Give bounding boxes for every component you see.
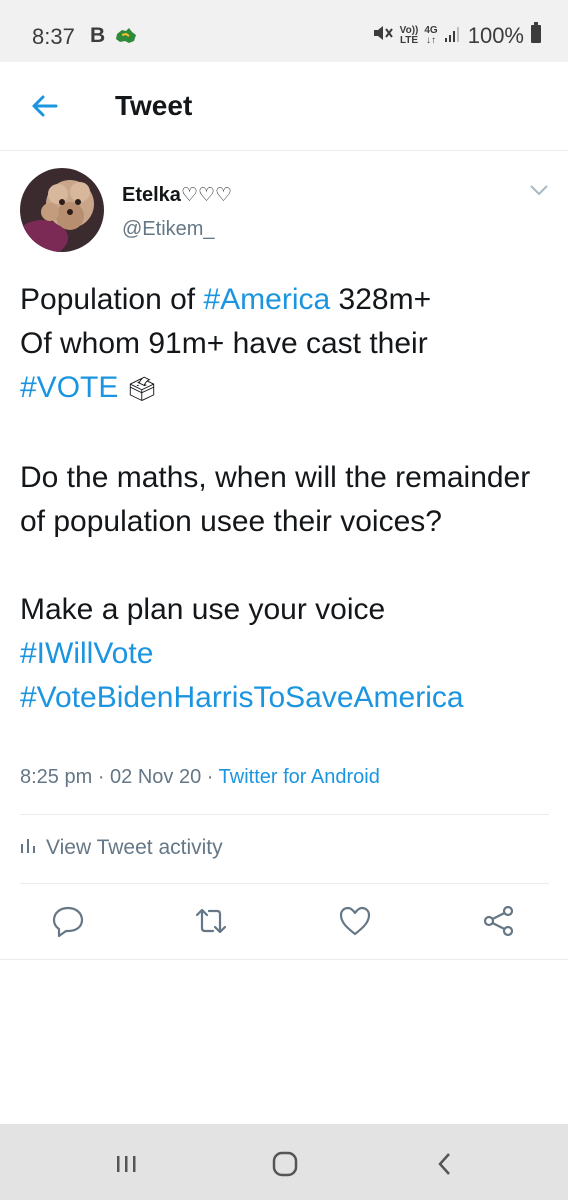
- tweet-actions: [0, 904, 568, 944]
- battery-percent: 100%: [467, 23, 524, 48]
- tweet-paragraph-3: Make a plan use your voice: [20, 593, 386, 626]
- divider: [0, 959, 568, 960]
- battery-icon: [530, 22, 542, 50]
- display-name-text: Etelka: [122, 184, 181, 206]
- signal-icon: [444, 23, 462, 49]
- tweet-date: 02 Nov 20: [110, 766, 202, 788]
- tweet-text: Population of #America 328m+ Of whom 91m…: [20, 278, 556, 720]
- view-tweet-activity[interactable]: View Tweet activity: [20, 836, 223, 860]
- notification-letter: B: [90, 24, 106, 47]
- chevron-down-icon[interactable]: [528, 183, 550, 202]
- share-icon[interactable]: [482, 904, 516, 938]
- hashtag-vote[interactable]: #VOTE: [20, 371, 118, 404]
- tweet-text-span: Population of: [20, 283, 204, 316]
- tweet-text-span: 328m+: [330, 283, 432, 316]
- top-app-bar: Tweet: [0, 62, 568, 151]
- australia-icon: [114, 26, 138, 51]
- view-tweet-activity-label: View Tweet activity: [46, 836, 223, 859]
- divider: [20, 883, 549, 884]
- network-arrows: ↓↑: [426, 35, 437, 46]
- meta-separator: ·: [201, 766, 219, 788]
- tweet-paragraph-2: Do the maths, when will the remainder of…: [20, 461, 531, 538]
- meta-separator: ·: [92, 766, 111, 788]
- network-indicator: 4G ↓↑: [424, 26, 437, 46]
- tweet-line-3: #VOTE 🗳: [20, 366, 556, 412]
- retweet-icon[interactable]: [194, 904, 228, 938]
- ballot-box-emoji: 🗳: [126, 376, 158, 403]
- page-title: Tweet: [115, 90, 193, 121]
- nav-back-icon[interactable]: [430, 1150, 460, 1178]
- volte-bottom: LTE: [399, 35, 419, 46]
- status-bar: 8:37 B Vo)) LTE 4G ↓↑ 100%: [0, 0, 568, 62]
- tweet-source[interactable]: Twitter for Android: [219, 766, 380, 788]
- display-name[interactable]: Etelka♡♡♡: [122, 184, 232, 207]
- status-icons: Vo)) LTE 4G ↓↑ 100%: [372, 22, 542, 50]
- divider: [20, 814, 549, 815]
- user-handle[interactable]: @Etikem_: [122, 218, 215, 241]
- tweet-line-1: Population of #America 328m+: [20, 278, 556, 322]
- like-icon[interactable]: [338, 904, 372, 938]
- tweet-time: 8:25 pm: [20, 766, 93, 788]
- home-icon[interactable]: [270, 1150, 300, 1178]
- hashtag-america[interactable]: #America: [203, 283, 330, 316]
- tweet-line-2: Of whom 91m+ have cast their: [20, 327, 428, 360]
- bar-chart-icon: [20, 836, 36, 860]
- mute-icon: [372, 23, 394, 49]
- reply-icon[interactable]: [51, 904, 85, 938]
- recent-apps-icon[interactable]: [112, 1150, 142, 1178]
- tweet-meta: 8:25 pm · 02 Nov 20 · Twitter for Androi…: [20, 766, 380, 789]
- back-arrow-icon[interactable]: [26, 86, 66, 126]
- hashtag-iwillvote[interactable]: #IWillVote: [20, 632, 556, 676]
- display-name-hearts: ♡♡♡: [180, 185, 233, 206]
- status-time: 8:37: [32, 24, 75, 49]
- system-nav-bar: [0, 1124, 568, 1200]
- volte-indicator: Vo)) LTE: [400, 26, 419, 46]
- hashtag-votebidenharris[interactable]: #VoteBidenHarrisToSaveAmerica: [20, 676, 556, 720]
- avatar[interactable]: [20, 168, 104, 252]
